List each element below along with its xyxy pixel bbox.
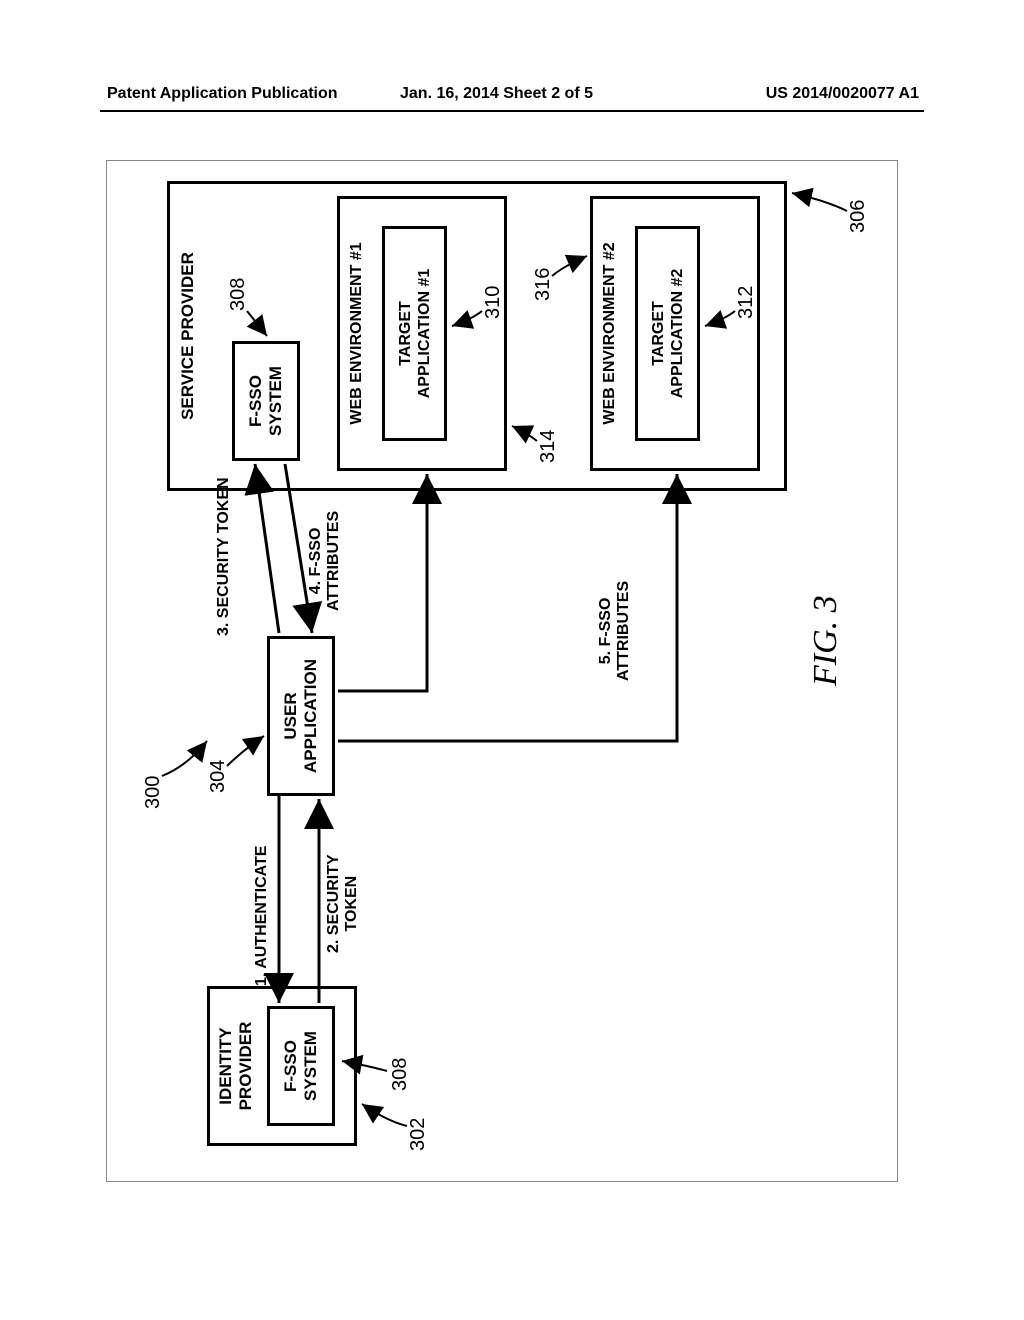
- diagram-canvas: IDENTITY PROVIDER F-SSO SYSTEM USER APPL…: [107, 161, 897, 1181]
- ref-316: 316: [532, 268, 555, 301]
- arrow-4-label: 4. F-SSO ATTRIBUTES: [307, 511, 343, 611]
- page-header: Patent Application Publication Jan. 16, …: [0, 85, 1024, 109]
- ref-306: 306: [847, 200, 870, 233]
- arrow-3-label: 3. SECURITY TOKEN: [215, 477, 233, 636]
- ref-304: 304: [207, 760, 230, 793]
- ref-310: 310: [482, 286, 505, 319]
- ref-308-sp: 308: [227, 278, 250, 311]
- ref-302: 302: [407, 1118, 430, 1151]
- arrow-2-label: 2. SECURITY TOKEN: [325, 854, 361, 953]
- figure-frame: IDENTITY PROVIDER F-SSO SYSTEM USER APPL…: [106, 160, 898, 1182]
- ref-308-idp: 308: [389, 1058, 412, 1091]
- page: Patent Application Publication Jan. 16, …: [0, 0, 1024, 1320]
- header-left: Patent Application Publication: [107, 85, 338, 103]
- arrow-1-label: 1. AUTHENTICATE: [253, 846, 271, 986]
- ref-312: 312: [735, 286, 758, 319]
- ref-314: 314: [537, 430, 560, 463]
- header-center: Jan. 16, 2014 Sheet 2 of 5: [400, 85, 593, 103]
- figure-label: FIG. 3: [807, 595, 845, 686]
- ref-300: 300: [142, 776, 165, 809]
- header-right: US 2014/0020077 A1: [766, 85, 919, 103]
- header-rule: [100, 110, 924, 112]
- arrow-5-label: 5. F-SSO ATTRIBUTES: [597, 581, 633, 681]
